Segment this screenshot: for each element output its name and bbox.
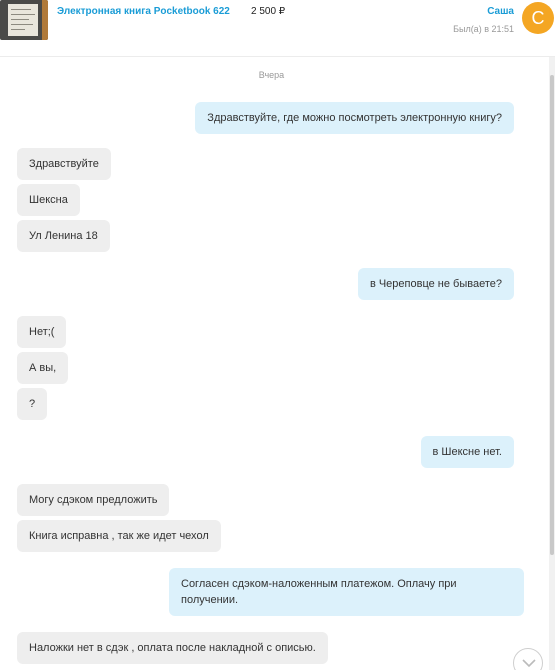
message-outgoing: в Череповце не бываете? xyxy=(357,268,514,300)
message-incoming: Могу сдэком предложить xyxy=(17,484,170,516)
message-outgoing: Согласен сдэком-наложенным платежом. Опл… xyxy=(169,568,524,616)
message-incoming: Книга исправна , так же идет чехол xyxy=(17,520,221,552)
listing-price: 2 500 ₽ xyxy=(251,6,286,17)
message-incoming: Ул Ленина 18 xyxy=(17,220,110,252)
message-list[interactable]: Вчера Здравствуйте, где можно посмотреть… xyxy=(0,57,549,670)
message-incoming: Наложки нет в сдэк , оплата после наклад… xyxy=(17,632,328,664)
message-incoming: Шексна xyxy=(17,184,80,216)
message-incoming: Здравствуйте xyxy=(17,148,111,180)
message-incoming: Нет;( xyxy=(17,316,67,348)
contact-last-seen: Был(а) в 21:51 xyxy=(453,24,514,34)
scrollbar-thumb[interactable] xyxy=(550,75,554,555)
message-outgoing: в Шексне нет. xyxy=(420,436,514,468)
listing-thumbnail[interactable] xyxy=(0,0,48,40)
date-separator: Вчера xyxy=(258,70,285,80)
scrollbar[interactable] xyxy=(549,57,555,670)
message-incoming: ? xyxy=(17,388,48,420)
message-outgoing: Здравствуйте, где можно посмотреть элект… xyxy=(195,102,514,134)
listing-title-link[interactable]: Электронная книга Pocketbook 622 xyxy=(57,6,230,17)
chat-header: Электронная книга Pocketbook 622 2 500 ₽… xyxy=(0,0,555,57)
scroll-down-button[interactable] xyxy=(513,648,543,670)
message-incoming: А вы, xyxy=(17,352,69,384)
avatar[interactable]: С xyxy=(522,2,554,34)
chevron-down-icon xyxy=(522,659,536,668)
contact-name-link[interactable]: Саша xyxy=(487,6,514,17)
